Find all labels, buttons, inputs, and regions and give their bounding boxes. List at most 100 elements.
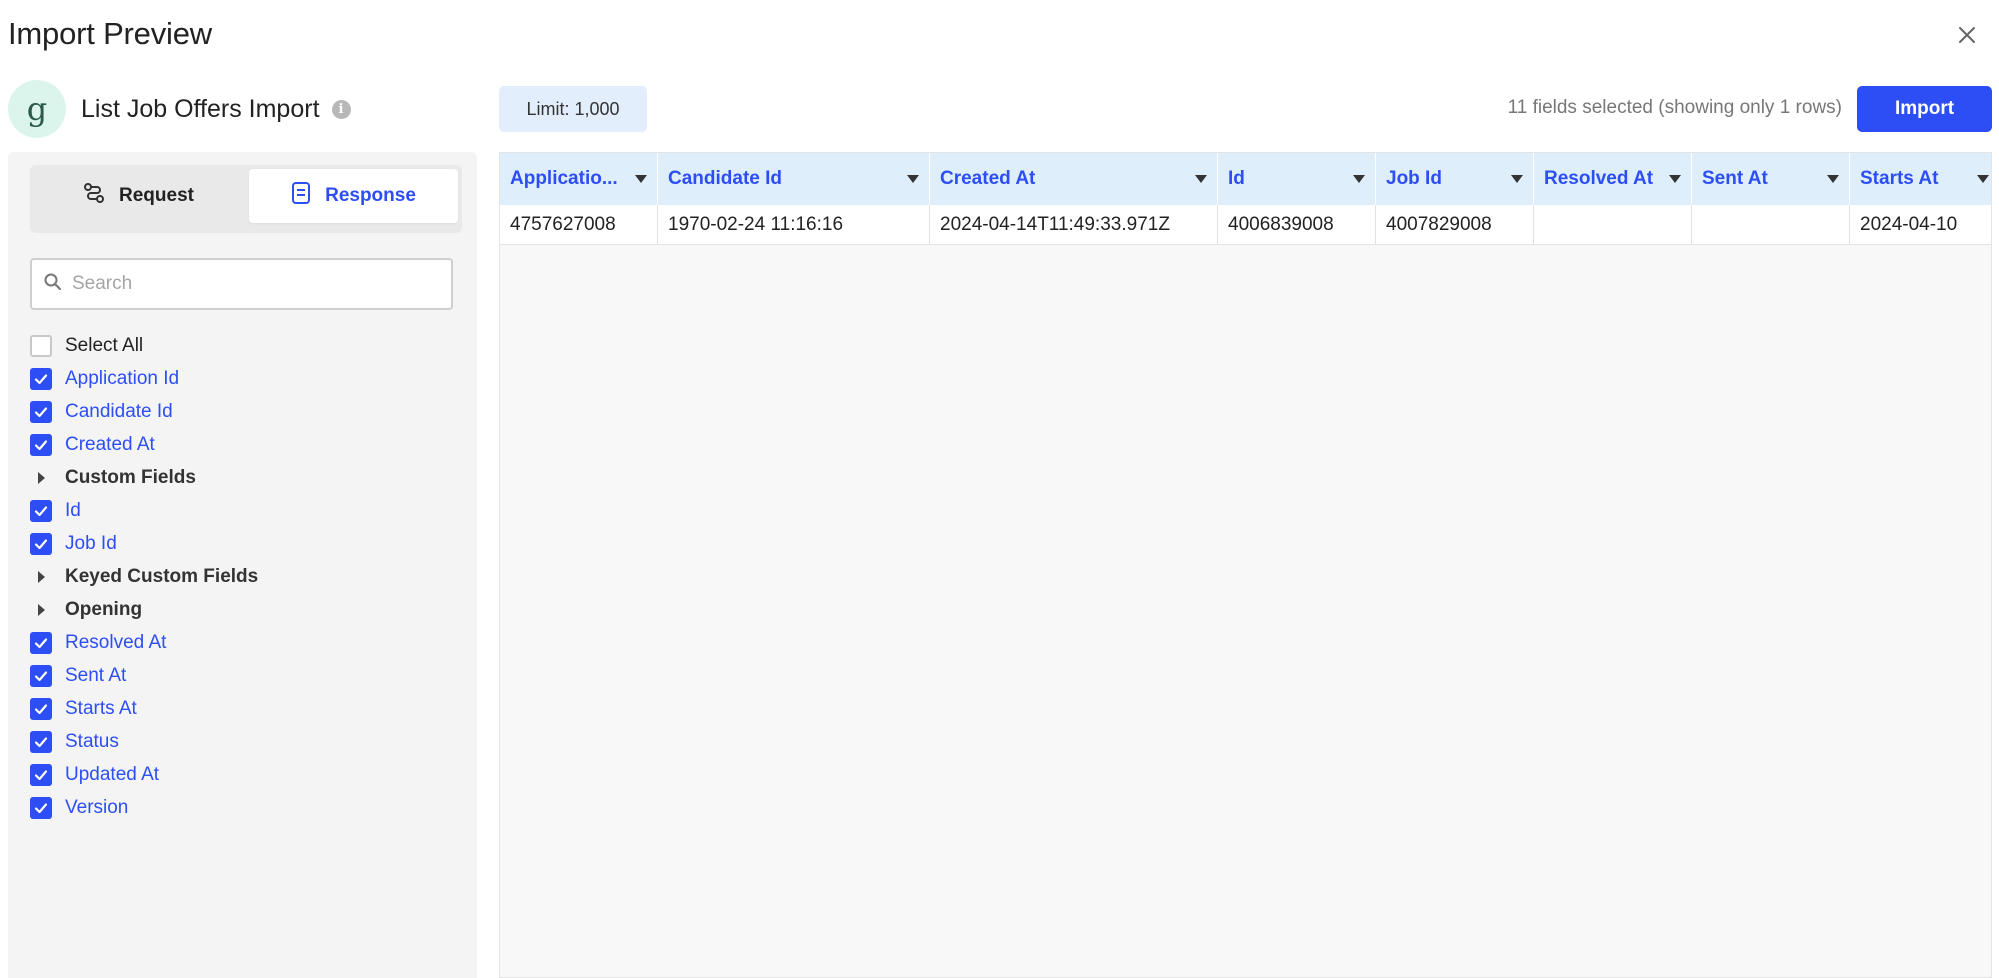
table-cell: 1970-02-24 11:16:16 [658, 205, 930, 245]
checkbox-checked[interactable] [30, 499, 52, 522]
column-header[interactable]: Sent At [1692, 153, 1850, 205]
checkbox-checked[interactable] [30, 697, 52, 720]
field-item[interactable]: Version [30, 791, 258, 824]
table-row: 4757627008 1970-02-24 11:16:16 2024-04-14T… [500, 205, 1991, 245]
field-label: Select All [65, 334, 144, 356]
field-item[interactable]: Job Id [30, 527, 258, 560]
fields-selected-info: 11 fields selected (showing only 1 rows) [1507, 97, 1842, 118]
checkbox-checked[interactable] [30, 400, 52, 423]
import-button[interactable]: Import [1857, 86, 1992, 132]
column-header[interactable]: Resolved At [1534, 153, 1692, 205]
column-header-label: Sent At [1702, 168, 1768, 189]
table-cell: 4007829008 [1376, 205, 1534, 245]
document-icon [291, 182, 311, 210]
caret-right-icon[interactable] [30, 570, 52, 584]
tab-response-label: Response [325, 185, 416, 206]
tab-request-label: Request [119, 185, 194, 206]
field-label: Starts At [65, 697, 137, 719]
close-icon[interactable] [1952, 20, 1982, 50]
source-header: g List Job Offers Import i [8, 80, 351, 138]
checkbox-unchecked[interactable] [30, 334, 52, 357]
field-label: Version [65, 796, 129, 818]
table-cell [1534, 205, 1692, 245]
search-input[interactable] [72, 273, 432, 295]
dialog-title: Import Preview [8, 16, 212, 51]
field-item[interactable]: Sent At [30, 659, 258, 692]
table-header: Applicatio... Candidate Id Created At Id Job… [500, 153, 1991, 205]
caret-right-icon[interactable] [30, 471, 52, 485]
table-cell [1692, 205, 1850, 245]
field-label: Keyed Custom Fields [65, 565, 259, 587]
field-label: Job Id [65, 532, 117, 554]
field-item[interactable]: Resolved At [30, 626, 258, 659]
checkbox-checked[interactable] [30, 763, 52, 786]
checkbox-checked[interactable] [30, 433, 52, 456]
search-icon [44, 273, 62, 296]
tab-bar: Request Response [30, 165, 462, 233]
column-header-label: Candidate Id [668, 168, 783, 189]
search-box [30, 258, 453, 310]
checkbox-checked[interactable] [30, 631, 52, 654]
field-item[interactable]: Updated At [30, 758, 258, 791]
field-label: Application Id [65, 367, 180, 389]
field-label: Candidate Id [65, 400, 173, 422]
column-header[interactable]: Created At [930, 153, 1218, 205]
logo-glyph: g [26, 90, 48, 128]
field-group[interactable]: Custom Fields [30, 461, 258, 494]
source-name: List Job Offers Import [81, 94, 320, 123]
column-header-label: Job Id [1386, 168, 1442, 189]
table-body: 4757627008 1970-02-24 11:16:16 2024-04-14T… [500, 205, 1991, 245]
column-header[interactable]: Job Id [1376, 153, 1534, 205]
sort-down-icon[interactable] [1511, 175, 1523, 183]
field-group[interactable]: Opening [30, 593, 258, 626]
checkbox-checked[interactable] [30, 664, 52, 687]
greenhouse-logo-icon: g [8, 80, 66, 138]
request-icon [83, 182, 105, 210]
caret-right-icon[interactable] [30, 603, 52, 617]
sort-down-icon[interactable] [1669, 175, 1681, 183]
limit-button[interactable]: Limit: 1,000 [499, 86, 647, 132]
field-list: Select All Application Id Candidate Id Crea… [30, 329, 258, 824]
column-header-label: Resolved At [1544, 168, 1654, 189]
sort-down-icon[interactable] [1195, 175, 1207, 183]
field-label: Status [65, 730, 119, 752]
field-label: Custom Fields [65, 466, 196, 488]
sort-down-icon[interactable] [1827, 175, 1839, 183]
field-item[interactable]: Select All [30, 329, 258, 362]
tab-response[interactable]: Response [249, 169, 458, 223]
checkbox-checked[interactable] [30, 730, 52, 753]
checkbox-checked[interactable] [30, 532, 52, 555]
field-item[interactable]: Candidate Id [30, 395, 258, 428]
sort-down-icon[interactable] [1353, 175, 1365, 183]
checkbox-checked[interactable] [30, 796, 52, 819]
field-label: Updated At [65, 763, 160, 785]
checkbox-checked[interactable] [30, 367, 52, 390]
table-cell: 4757627008 [500, 205, 658, 245]
field-item[interactable]: Status [30, 725, 258, 758]
info-icon[interactable]: i [331, 99, 351, 119]
column-header-label: Applicatio... [510, 168, 618, 189]
column-header-label: Starts At [1860, 168, 1939, 189]
fields-panel: Request Response Select All Application I… [8, 152, 477, 978]
field-item[interactable]: Id [30, 494, 258, 527]
field-item[interactable]: Application Id [30, 362, 258, 395]
field-label: Resolved At [65, 631, 167, 653]
column-header[interactable]: Starts At [1850, 153, 1991, 205]
column-header[interactable]: Candidate Id [658, 153, 930, 205]
column-header[interactable]: Applicatio... [500, 153, 658, 205]
field-item[interactable]: Created At [30, 428, 258, 461]
field-label: Created At [65, 433, 155, 455]
column-header-label: Id [1228, 168, 1245, 189]
field-label: Opening [65, 598, 143, 620]
table-cell: 4006839008 [1218, 205, 1376, 245]
field-label: Id [65, 499, 81, 521]
sort-down-icon[interactable] [635, 175, 647, 183]
column-header-label: Created At [940, 168, 1036, 189]
sort-down-icon[interactable] [1977, 175, 1989, 183]
tab-request[interactable]: Request [34, 169, 243, 223]
field-item[interactable]: Starts At [30, 692, 258, 725]
column-header[interactable]: Id [1218, 153, 1376, 205]
sort-down-icon[interactable] [907, 175, 919, 183]
table-cell: 2024-04-10 [1850, 205, 1991, 245]
field-group[interactable]: Keyed Custom Fields [30, 560, 258, 593]
